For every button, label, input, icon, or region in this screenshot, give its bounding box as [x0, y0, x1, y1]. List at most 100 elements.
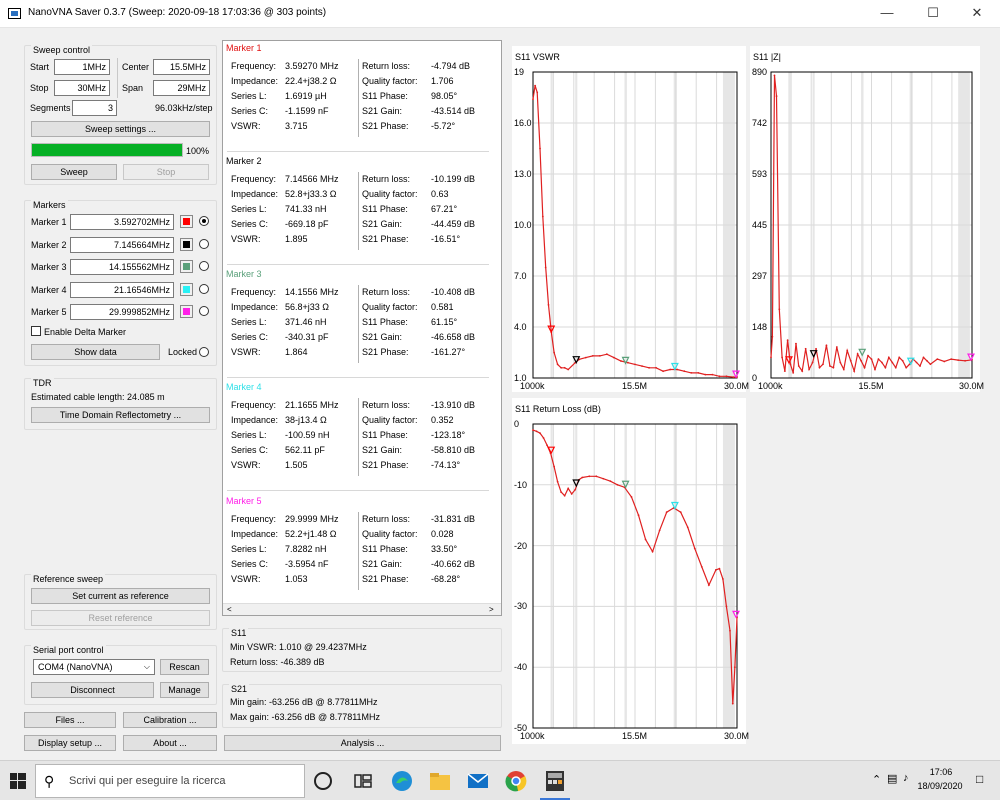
marker-frequency-input[interactable]: 29.999852MHz [70, 304, 174, 321]
x-tick-label: 30.0M [724, 381, 750, 391]
clock-date[interactable]: 18/09/2020 [912, 781, 968, 791]
sweep-button[interactable]: Sweep [31, 164, 117, 180]
delta-marker-checkbox[interactable] [31, 326, 41, 336]
marker-detail-value: 1.706 [431, 76, 454, 86]
marker-color-button[interactable] [180, 237, 193, 251]
calculator-icon[interactable] [543, 769, 567, 793]
marker-detail-divider [358, 59, 359, 137]
mail-icon[interactable] [466, 769, 490, 793]
marker-detail-value: 0.63 [431, 189, 449, 199]
vswr-chart[interactable]: S11 VSWR 19 16.0 13.0 10.0 7.0 4.0 1.0 1000k 15.5… [512, 46, 750, 392]
series-point [563, 494, 566, 497]
center-input[interactable]: 15.5MHz [153, 59, 210, 75]
marker-frequency-input[interactable]: 7.145664MHz [70, 236, 174, 253]
reset-reference-button[interactable]: Reset reference [31, 610, 210, 626]
task-view-icon[interactable] [312, 770, 336, 794]
marker-detail-label: S21 Phase: [362, 460, 409, 470]
x-tick-label: 15.5M [858, 381, 884, 391]
marker-frequency-input[interactable]: 14.155562MHz [70, 259, 174, 276]
span-input[interactable]: 29MHz [153, 80, 210, 96]
tdr-button[interactable]: Time Domain Reflectometry ... [31, 407, 210, 423]
files-button[interactable]: Files ... [24, 712, 116, 728]
horizontal-scrollbar[interactable]: < > [223, 603, 501, 615]
stop-button[interactable]: Stop [123, 164, 209, 180]
marker-detail-label: Impedance: [231, 189, 279, 199]
marker-detail-label: Quality factor: [362, 189, 418, 199]
marker-detail-title: Marker 2 [226, 156, 262, 166]
calibration-button[interactable]: Calibration ... [123, 712, 217, 728]
marker-detail-value: 22.4+j38.2 Ω [285, 76, 337, 86]
edge-browser-icon[interactable] [390, 769, 414, 793]
set-reference-button[interactable]: Set current as reference [31, 588, 210, 604]
minimize-button[interactable]: — [864, 0, 910, 28]
marker-details-panel[interactable]: Marker 1 Frequency: 3.59270 MHz Impedance: 2… [222, 40, 502, 616]
marker-detail-value: -340.31 pF [285, 332, 329, 342]
close-button[interactable]: ✕ [954, 0, 1000, 28]
segments-input[interactable]: 3 [72, 100, 117, 116]
series-point [707, 584, 710, 587]
marker-detail-value: -669.18 pF [285, 219, 329, 229]
delta-marker-label: Enable Delta Marker [44, 327, 127, 337]
manage-button[interactable]: Manage [160, 682, 209, 698]
marker-detail-value: -1.1599 nF [285, 106, 329, 116]
marker-color-button[interactable] [180, 305, 193, 319]
marker-color-button[interactable] [180, 215, 193, 228]
marker-detail-label: S21 Phase: [362, 574, 409, 584]
series-point [926, 359, 928, 362]
series-point [718, 375, 721, 378]
series-point [877, 358, 880, 360]
marker-select-radio[interactable] [199, 216, 209, 226]
marker-detail-label: VSWR: [231, 234, 261, 244]
marker-detail-label: Quality factor: [362, 415, 418, 425]
series-point [651, 550, 654, 553]
marker-detail-label: Series L: [231, 204, 267, 214]
series-point [662, 370, 665, 373]
marker-detail-value: -10.199 dB [431, 174, 476, 184]
maximize-button[interactable]: ☐ [910, 0, 956, 28]
file-explorer-icon[interactable] [428, 769, 452, 793]
clock-time[interactable]: 17:06 [920, 767, 962, 777]
serial-port-select[interactable]: COM4 (NanoVNA) ⌵ [33, 659, 155, 675]
impedance-chart[interactable]: S11 |Z| 890 742 593 445 297 148 0 1000k 15.5M 30.0… [750, 46, 984, 392]
start-input[interactable]: 1MHz [54, 59, 110, 75]
marker-detail-value: -13.910 dB [431, 400, 476, 410]
widgets-icon[interactable] [352, 770, 376, 794]
marker-frequency-input[interactable]: 21.16546MHz [70, 281, 174, 298]
marker-frequency-input[interactable]: 3.592702MHz [70, 214, 174, 230]
s11-summary-title: S11 [229, 628, 249, 638]
scroll-right-icon[interactable]: > [489, 605, 494, 614]
series-point [804, 347, 807, 350]
sweep-progress-bar [31, 143, 183, 157]
x-tick-label: 1000k [758, 381, 783, 391]
series-point [870, 358, 873, 360]
series-point [567, 368, 570, 371]
series-point [860, 359, 863, 362]
marker-color-button[interactable] [180, 260, 193, 274]
display-setup-button[interactable]: Display setup ... [24, 735, 116, 751]
analysis-button[interactable]: Analysis ... [224, 735, 501, 751]
taskbar-search-box[interactable]: ⚲ Scrivi qui per eseguire la ricerca [35, 764, 305, 798]
band-shade [624, 424, 627, 728]
show-hidden-icons[interactable]: ⌃ [872, 773, 881, 786]
network-icon[interactable]: ▤ [887, 772, 897, 785]
rescan-button[interactable]: Rescan [160, 659, 209, 675]
disconnect-button[interactable]: Disconnect [31, 682, 154, 698]
series-point [627, 361, 629, 364]
marker-select-radio[interactable] [199, 238, 209, 249]
series-point [915, 361, 918, 364]
sweep-settings-button[interactable]: Sweep settings ... [31, 121, 210, 137]
stop-input[interactable]: 30MHz [54, 80, 110, 96]
return-loss-chart[interactable]: S11 Return Loss (dB) 0 -10 -20 -30 -40 -50 1000… [512, 398, 749, 744]
chrome-icon[interactable] [504, 769, 528, 793]
notifications-icon[interactable]: □ [976, 772, 983, 786]
marker-detail-value: 0.028 [431, 529, 454, 539]
series-point [655, 366, 658, 369]
show-data-button[interactable]: Show data [31, 344, 160, 360]
marker-color-button[interactable] [180, 282, 193, 296]
windows-start-icon[interactable] [10, 773, 26, 789]
marker-select-radio[interactable] [199, 283, 209, 294]
scroll-left-icon[interactable]: < [227, 605, 232, 614]
about-button[interactable]: About ... [123, 735, 217, 751]
volume-icon[interactable]: ♪ [903, 772, 909, 784]
locked-radio[interactable] [199, 347, 209, 357]
